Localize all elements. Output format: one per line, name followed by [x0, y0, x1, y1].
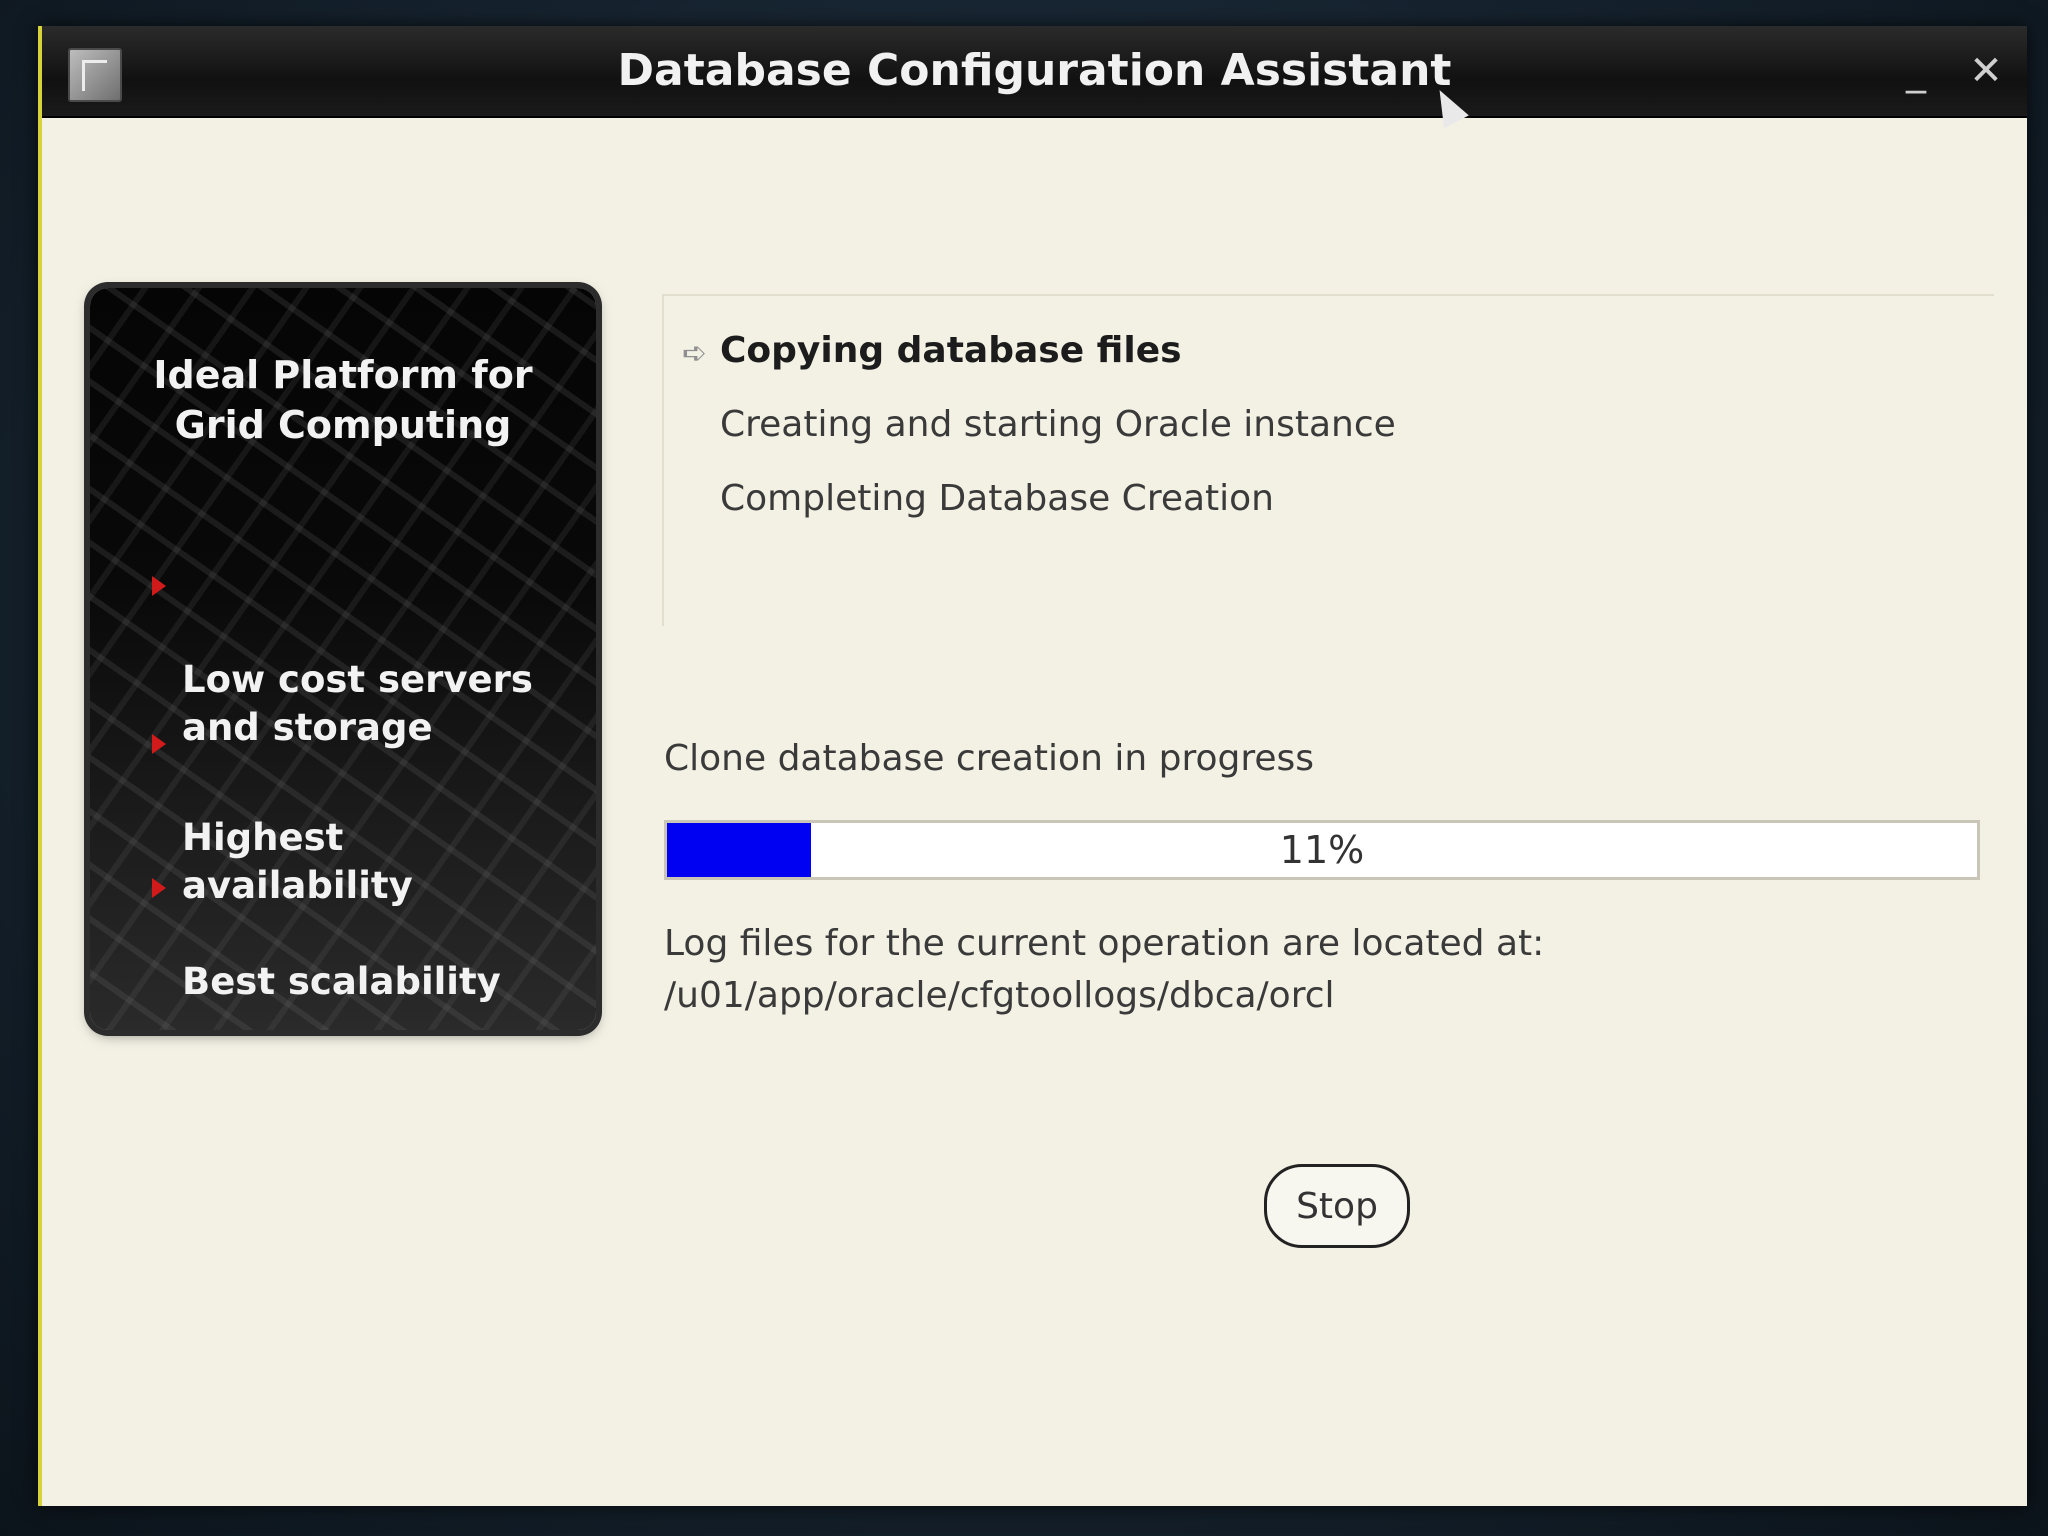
close-button[interactable]: ✕ [1961, 46, 2011, 96]
log-info: Log files for the current operation are … [664, 918, 1544, 1022]
dbca-window: Database Configuration Assistant _ ✕ Ide… [38, 26, 2027, 1506]
promo-panel: Ideal Platform for Grid Computing Low co… [90, 288, 596, 1030]
red-bullet-icon [152, 734, 166, 754]
red-bullet-icon [152, 878, 166, 898]
red-bullet-icon [152, 576, 166, 596]
promo-title: Ideal Platform for Grid Computing [153, 353, 533, 447]
step-creating-instance: Creating and starting Oracle instance [720, 404, 1396, 445]
minimize-button[interactable]: _ [1891, 46, 1941, 96]
promo-item-scalability: Best scalability [152, 862, 576, 1006]
current-step-arrow-icon: ➪ [682, 336, 708, 371]
promo-item-label: Best scalability [182, 960, 501, 1003]
window-title: Database Configuration Assistant [617, 45, 1452, 96]
progress-status-text: Clone database creation in progress [664, 738, 1315, 779]
step-completing-creation: Completing Database Creation [720, 478, 1274, 519]
progress-bar: 11% [664, 820, 1980, 880]
stop-button[interactable]: Stop [1264, 1164, 1410, 1248]
step-copying-files: Copying database files [720, 330, 1182, 371]
log-path: /u01/app/oracle/cfgtoollogs/dbca/orcl [664, 975, 1335, 1016]
log-info-label: Log files for the current operation are … [664, 923, 1545, 964]
title-bar[interactable]: Database Configuration Assistant _ ✕ [42, 26, 2027, 129]
content-area: Ideal Platform for Grid Computing Low co… [42, 118, 2027, 1506]
progress-percent: 11% [1279, 828, 1365, 872]
step-list: ➪ Copying database files Creating and st… [662, 294, 1994, 626]
